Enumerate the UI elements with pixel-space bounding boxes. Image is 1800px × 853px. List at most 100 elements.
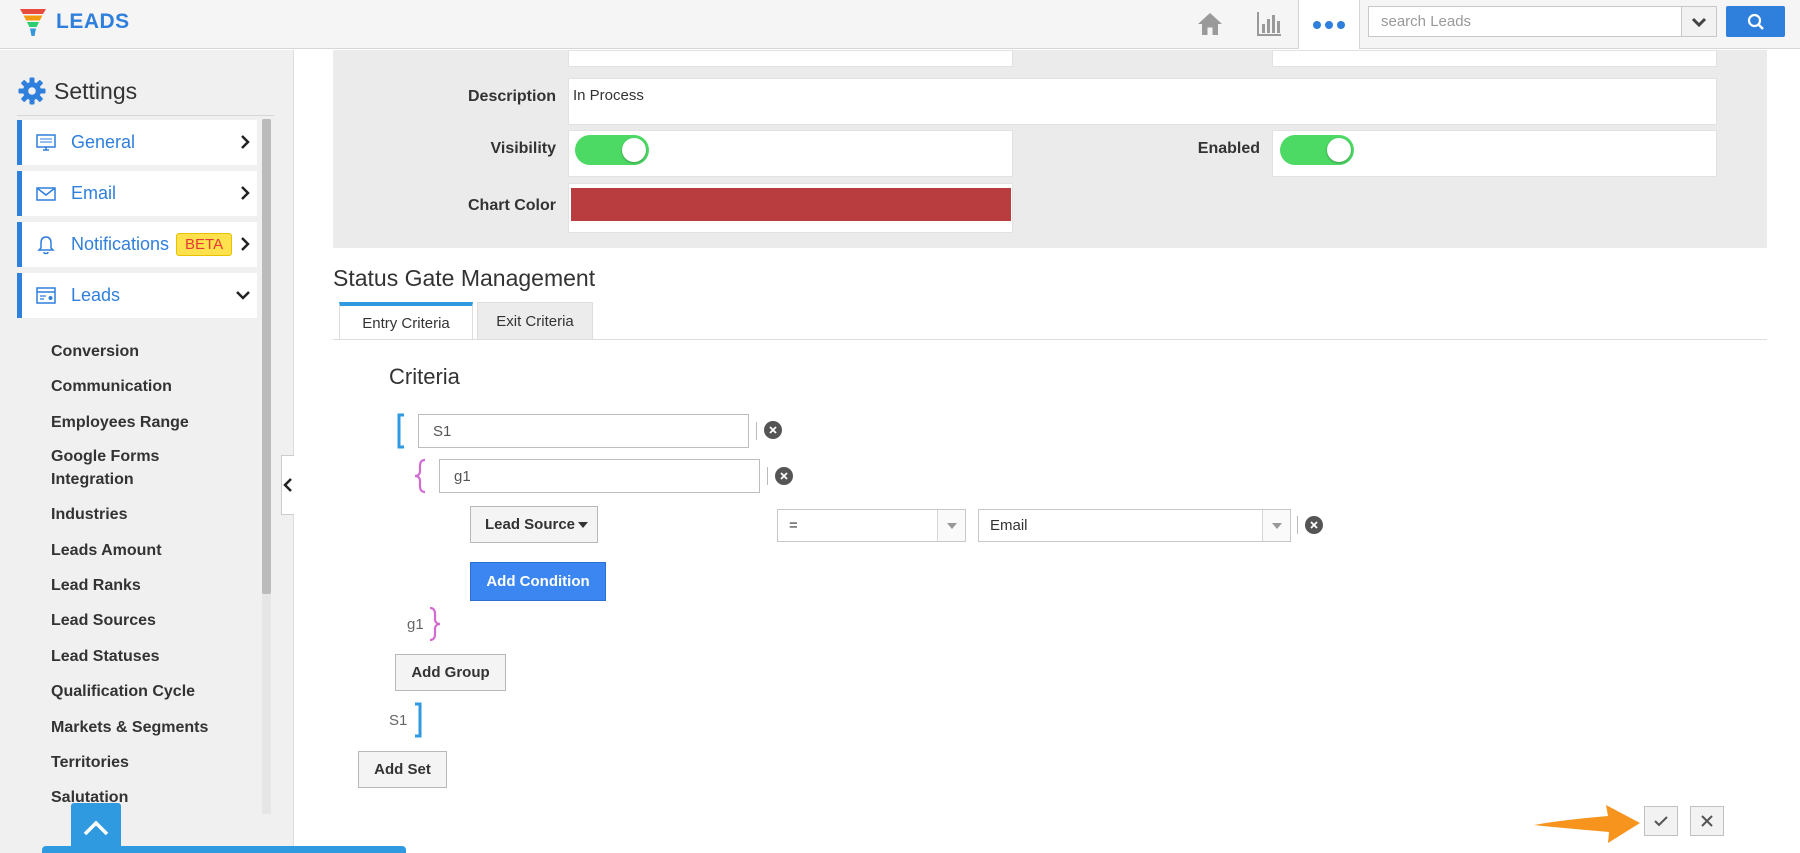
separator bbox=[1297, 516, 1298, 534]
sidebar-item-label: General bbox=[71, 132, 136, 152]
tab-exit-criteria[interactable]: Exit Criteria bbox=[477, 302, 593, 340]
top-bar: LEADS bbox=[0, 0, 1800, 49]
set-name-input[interactable] bbox=[418, 414, 749, 448]
visibility-toggle[interactable] bbox=[575, 135, 649, 165]
enabled-toggle[interactable] bbox=[1280, 135, 1354, 165]
submenu-item-qualification-cycle[interactable]: Qualification Cycle bbox=[51, 680, 195, 703]
reports-button[interactable] bbox=[1249, 4, 1289, 44]
separator bbox=[756, 422, 757, 440]
search-button[interactable] bbox=[1726, 6, 1785, 37]
home-button[interactable] bbox=[1190, 4, 1230, 44]
sidebar-divider bbox=[17, 115, 274, 116]
enabled-label: Enabled bbox=[1197, 140, 1260, 157]
remove-set-button[interactable] bbox=[764, 421, 782, 439]
collapse-sidebar-button[interactable] bbox=[281, 455, 294, 515]
close-icon bbox=[780, 472, 788, 480]
operator-select-arrow bbox=[937, 510, 965, 541]
search-input[interactable] bbox=[1369, 7, 1683, 36]
remove-group-button[interactable] bbox=[775, 467, 793, 485]
bottom-strip bbox=[42, 846, 406, 853]
condition-field-dropdown[interactable]: Lead Source bbox=[470, 506, 598, 543]
group-end-label: g1 bbox=[407, 616, 424, 633]
sidebar-item-leads[interactable]: Leads bbox=[17, 273, 257, 318]
condition-value: Email bbox=[990, 517, 1028, 534]
submenu-item-communication[interactable]: Communication bbox=[51, 375, 172, 398]
description-label: Description bbox=[467, 88, 556, 105]
chevron-up-icon bbox=[83, 820, 109, 836]
settings-title: Settings bbox=[54, 77, 138, 104]
settings-header: Settings bbox=[18, 77, 137, 105]
chevron-down-icon bbox=[236, 291, 250, 300]
search-filter-dropdown[interactable] bbox=[1682, 6, 1717, 37]
criteria-title: Criteria bbox=[389, 364, 460, 389]
submenu-item-lead-statuses[interactable]: Lead Statuses bbox=[51, 645, 159, 668]
value-select[interactable]: Email bbox=[978, 509, 1291, 542]
bar-chart-icon bbox=[1257, 12, 1281, 36]
group-open-brace-icon bbox=[414, 458, 426, 494]
chart-color-swatch[interactable] bbox=[571, 188, 1011, 221]
sidebar-item-label: Notifications bbox=[71, 234, 170, 254]
submenu-item-google-forms[interactable]: Google Forms bbox=[51, 445, 159, 468]
chevron-right-icon bbox=[241, 186, 250, 200]
toggle-knob bbox=[1327, 138, 1351, 162]
caret-down-icon bbox=[1271, 522, 1282, 529]
visibility-label: Visibility bbox=[490, 140, 556, 157]
submenu-item-employees-range[interactable]: Employees Range bbox=[51, 411, 189, 434]
chevron-right-icon bbox=[241, 135, 250, 149]
submenu-item-integration[interactable]: Integration bbox=[51, 468, 134, 491]
submenu-item-conversion[interactable]: Conversion bbox=[51, 340, 139, 363]
funnel-logo-icon bbox=[20, 9, 46, 36]
submenu-item-industries[interactable]: Industries bbox=[51, 503, 127, 526]
add-set-button[interactable]: Add Set bbox=[358, 751, 447, 788]
description-field[interactable] bbox=[568, 78, 1717, 125]
close-icon bbox=[769, 426, 777, 434]
value-select-arrow bbox=[1262, 510, 1290, 541]
leads-list-icon bbox=[35, 285, 57, 307]
close-icon bbox=[1701, 815, 1713, 827]
submenu-item-lead-sources[interactable]: Lead Sources bbox=[51, 609, 156, 632]
tab-entry-criteria[interactable]: Entry Criteria bbox=[339, 302, 473, 340]
close-icon bbox=[1310, 521, 1318, 529]
home-icon bbox=[1198, 13, 1222, 35]
check-icon bbox=[1654, 816, 1668, 827]
sidebar-item-general[interactable]: General bbox=[17, 120, 257, 165]
code-field-box[interactable] bbox=[1272, 50, 1717, 67]
add-group-button[interactable]: Add Group bbox=[395, 654, 506, 691]
set-open-bracket-icon bbox=[397, 413, 404, 449]
chevron-down-icon bbox=[1691, 17, 1707, 27]
chevron-left-icon bbox=[283, 478, 292, 492]
gear-icon bbox=[18, 77, 46, 105]
sidebar-item-email[interactable]: Email bbox=[17, 171, 257, 216]
add-condition-button[interactable]: Add Condition bbox=[470, 562, 606, 601]
operator-select[interactable]: = bbox=[777, 509, 966, 542]
caret-down-icon bbox=[946, 522, 957, 529]
submenu-item-leads-amount[interactable]: Leads Amount bbox=[51, 539, 162, 562]
name-field-box[interactable] bbox=[568, 50, 1013, 67]
submenu-item-lead-ranks[interactable]: Lead Ranks bbox=[51, 574, 141, 597]
more-button[interactable] bbox=[1298, 0, 1360, 49]
sidebar-scrollbar-thumb[interactable] bbox=[262, 119, 271, 594]
search-icon bbox=[1747, 13, 1764, 30]
envelope-icon bbox=[35, 183, 57, 205]
set-end-label: S1 bbox=[389, 712, 408, 729]
toggle-knob bbox=[622, 138, 646, 162]
operator-value: = bbox=[789, 517, 798, 534]
cancel-button[interactable] bbox=[1690, 806, 1724, 836]
group-name-input[interactable] bbox=[439, 459, 760, 493]
brand-name: LEADS bbox=[56, 10, 130, 33]
brand[interactable]: LEADS bbox=[18, 6, 130, 38]
description-value: In Process bbox=[573, 87, 644, 104]
sidebar-item-notifications[interactable]: Notifications BETA bbox=[17, 222, 257, 267]
pointer-arrow-icon bbox=[1534, 805, 1640, 843]
sidebar-item-label: Leads bbox=[71, 285, 121, 305]
settings-sidebar: Settings General Email Notifications BET… bbox=[0, 50, 294, 853]
submenu-item-markets-segments[interactable]: Markets & Segments bbox=[51, 716, 208, 739]
remove-condition-button[interactable] bbox=[1305, 516, 1323, 534]
beta-badge: BETA bbox=[176, 233, 233, 256]
search-box bbox=[1368, 6, 1683, 37]
submenu-item-territories[interactable]: Territories bbox=[51, 751, 129, 774]
caret-down-icon bbox=[578, 522, 588, 528]
sidebar-item-label: Email bbox=[71, 183, 117, 203]
save-button[interactable] bbox=[1644, 806, 1678, 836]
more-dots-icon bbox=[1313, 20, 1345, 29]
